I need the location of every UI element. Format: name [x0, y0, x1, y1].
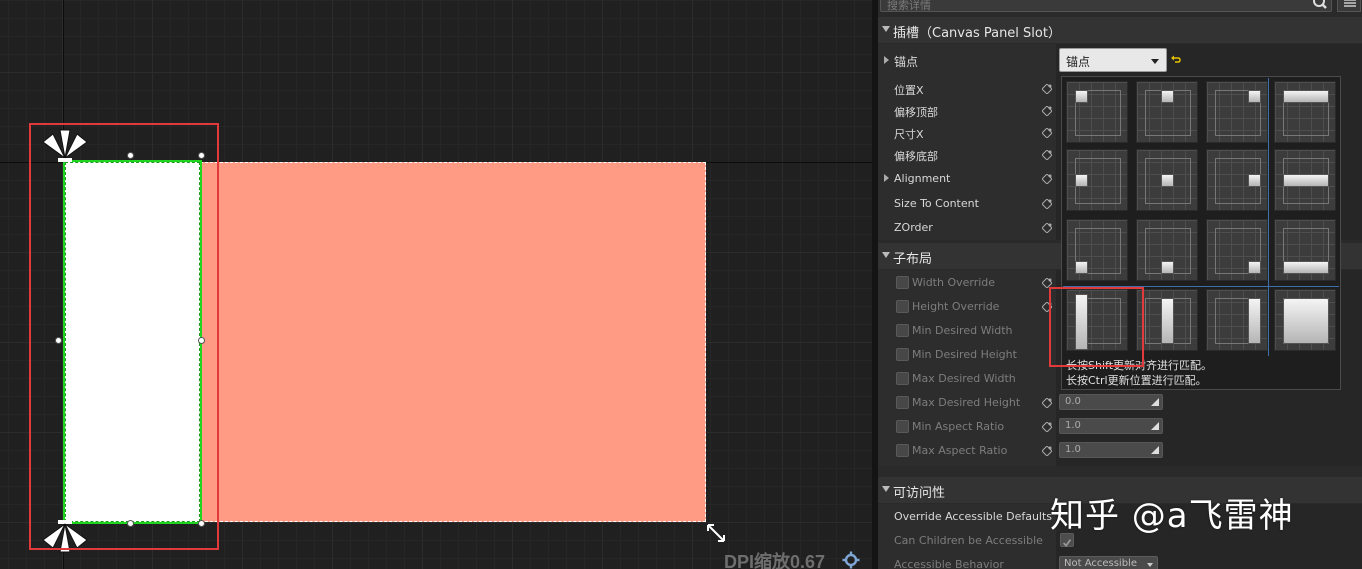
- popup-guide-vertical: [1268, 78, 1269, 356]
- max-aspect-ratio-field[interactable]: 1.0: [1059, 442, 1163, 458]
- list-icon: [1344, 0, 1356, 7]
- designer-viewport[interactable]: DPI缩放0.67: [0, 0, 872, 569]
- accessible-behavior-dropdown[interactable]: Not Accessible: [1059, 556, 1158, 569]
- hint-ctrl: 长按Ctrl更新位置进行匹配。: [1066, 374, 1207, 387]
- field-value: 1.0: [1065, 420, 1081, 431]
- anchors-dropdown-value: 锚点: [1066, 55, 1091, 69]
- anchor-preset-center-stretch[interactable]: [1274, 149, 1336, 211]
- keyframe-icon[interactable]: [1042, 84, 1052, 94]
- expand-arrow-icon[interactable]: [884, 174, 889, 182]
- reset-arrow-icon[interactable]: [1171, 55, 1181, 65]
- resize-arrow-icon[interactable]: [705, 522, 727, 544]
- prop-offset-bottom: 偏移底部: [894, 150, 938, 163]
- min-aspect-ratio-field[interactable]: 1.0: [1059, 418, 1163, 434]
- checkmark-icon: [1062, 539, 1072, 547]
- drag-arrow-icon: [1151, 446, 1159, 454]
- height-override-checkbox[interactable]: [896, 300, 909, 313]
- anchor-preset-top-right[interactable]: [1206, 81, 1268, 143]
- prop-min-aspect-ratio: Min Aspect Ratio: [912, 420, 1005, 433]
- drag-arrow-icon: [1151, 422, 1159, 430]
- anchor-preset-bottom-left[interactable]: [1066, 219, 1128, 281]
- max-desired-width-checkbox[interactable]: [896, 372, 909, 385]
- label-column: [878, 44, 1056, 240]
- anchor-preset-top-center[interactable]: [1136, 81, 1198, 143]
- editor-window: DPI缩放0.67 搜索详情 插槽（Canvas Panel Slot） 锚点 …: [0, 0, 1362, 569]
- anchor-preset-right-vertical-stretch[interactable]: [1206, 289, 1268, 351]
- anchor-preset-top-stretch[interactable]: [1274, 81, 1336, 143]
- prop-offset-top: 偏移顶部: [894, 106, 938, 119]
- anchor-preset-top-left[interactable]: [1066, 81, 1128, 143]
- section-title: 子布局: [893, 252, 933, 267]
- search-details-input[interactable]: 搜索详情: [880, 0, 1332, 12]
- anchor-preset-center[interactable]: [1136, 149, 1198, 211]
- prop-height-override: Height Override: [912, 300, 1000, 313]
- highlight-box-widget: [29, 123, 219, 550]
- prop-size-x: 尺寸X: [894, 128, 924, 141]
- prop-override-accessible-defaults: Override Accessible Defaults: [894, 510, 1053, 523]
- dropdown-value: Not Accessible: [1064, 558, 1137, 569]
- min-desired-width-checkbox[interactable]: [896, 324, 909, 337]
- anchor-preset-center-vertical-stretch[interactable]: [1136, 289, 1198, 351]
- chevron-down-icon: [1147, 563, 1153, 567]
- anchor-preset-center-left[interactable]: [1066, 149, 1128, 211]
- keyframe-icon[interactable]: [1042, 422, 1052, 432]
- max-desired-height-checkbox[interactable]: [896, 396, 909, 409]
- prop-zorder: ZOrder: [894, 221, 933, 234]
- prop-alignment: Alignment: [894, 172, 951, 185]
- prop-width-override: Width Override: [912, 276, 996, 289]
- collapse-arrow-icon: [882, 252, 890, 258]
- keyframe-icon[interactable]: [1042, 223, 1052, 233]
- anchor-preset-bottom-center[interactable]: [1136, 219, 1198, 281]
- prop-size-to-content: Size To Content: [894, 197, 979, 210]
- keyframe-icon[interactable]: [1042, 128, 1052, 138]
- watermark: 知乎 @a飞雷神: [1050, 496, 1294, 536]
- collapse-arrow-icon: [882, 486, 890, 492]
- anchor-preset-bottom-right[interactable]: [1206, 219, 1268, 281]
- keyframe-icon[interactable]: [1042, 398, 1052, 408]
- prop-max-desired-width: Max Desired Width: [912, 372, 1016, 385]
- keyframe-icon[interactable]: [1042, 446, 1052, 456]
- prop-max-desired-height: Max Desired Height: [912, 396, 1021, 409]
- gear-icon[interactable]: [842, 551, 860, 569]
- prop-min-desired-width: Min Desired Width: [912, 324, 1013, 337]
- width-override-checkbox[interactable]: [896, 276, 909, 289]
- chevron-down-icon: [1151, 59, 1159, 64]
- prop-can-children-be-accessible: Can Children be Accessible: [894, 534, 1043, 547]
- prop-accessible-behavior: Accessible Behavior: [894, 558, 1004, 569]
- expand-arrow-icon[interactable]: [884, 56, 889, 64]
- prop-max-aspect-ratio: Max Aspect Ratio: [912, 444, 1008, 457]
- max-aspect-ratio-checkbox[interactable]: [896, 444, 909, 457]
- dpi-scale-label: DPI缩放0.67: [724, 552, 826, 569]
- field-value: 1.0: [1065, 444, 1081, 455]
- collapse-arrow-icon: [882, 26, 890, 32]
- min-desired-height-checkbox[interactable]: [896, 348, 909, 361]
- field-value: 0.0: [1065, 396, 1081, 407]
- highlight-box-anchor-preset: [1049, 287, 1144, 367]
- anchor-preset-full-stretch[interactable]: [1274, 289, 1336, 351]
- prop-position-x: 位置X: [894, 84, 924, 97]
- keyframe-icon[interactable]: [1042, 174, 1052, 184]
- search-icon[interactable]: [1312, 0, 1328, 12]
- keyframe-icon[interactable]: [1042, 199, 1052, 209]
- keyframe-icon[interactable]: [1042, 150, 1052, 160]
- section-title: 插槽（Canvas Panel Slot）: [893, 26, 1061, 41]
- drag-arrow-icon: [1151, 398, 1159, 406]
- section-title: 可访问性: [893, 486, 946, 501]
- prop-anchors: 锚点: [894, 55, 919, 69]
- anchors-dropdown[interactable]: 锚点: [1059, 48, 1167, 72]
- max-desired-height-field[interactable]: 0.0: [1059, 394, 1163, 410]
- prop-min-desired-height: Min Desired Height: [912, 348, 1017, 361]
- keyframe-icon[interactable]: [1042, 106, 1052, 116]
- salmon-canvas-widget[interactable]: [200, 162, 706, 522]
- anchor-preset-center-right[interactable]: [1206, 149, 1268, 211]
- view-options-button[interactable]: [1337, 0, 1361, 12]
- anchor-preset-bottom-stretch[interactable]: [1274, 219, 1336, 281]
- min-aspect-ratio-checkbox[interactable]: [896, 420, 909, 433]
- section-canvas-panel-slot[interactable]: 插槽（Canvas Panel Slot）: [878, 17, 1362, 43]
